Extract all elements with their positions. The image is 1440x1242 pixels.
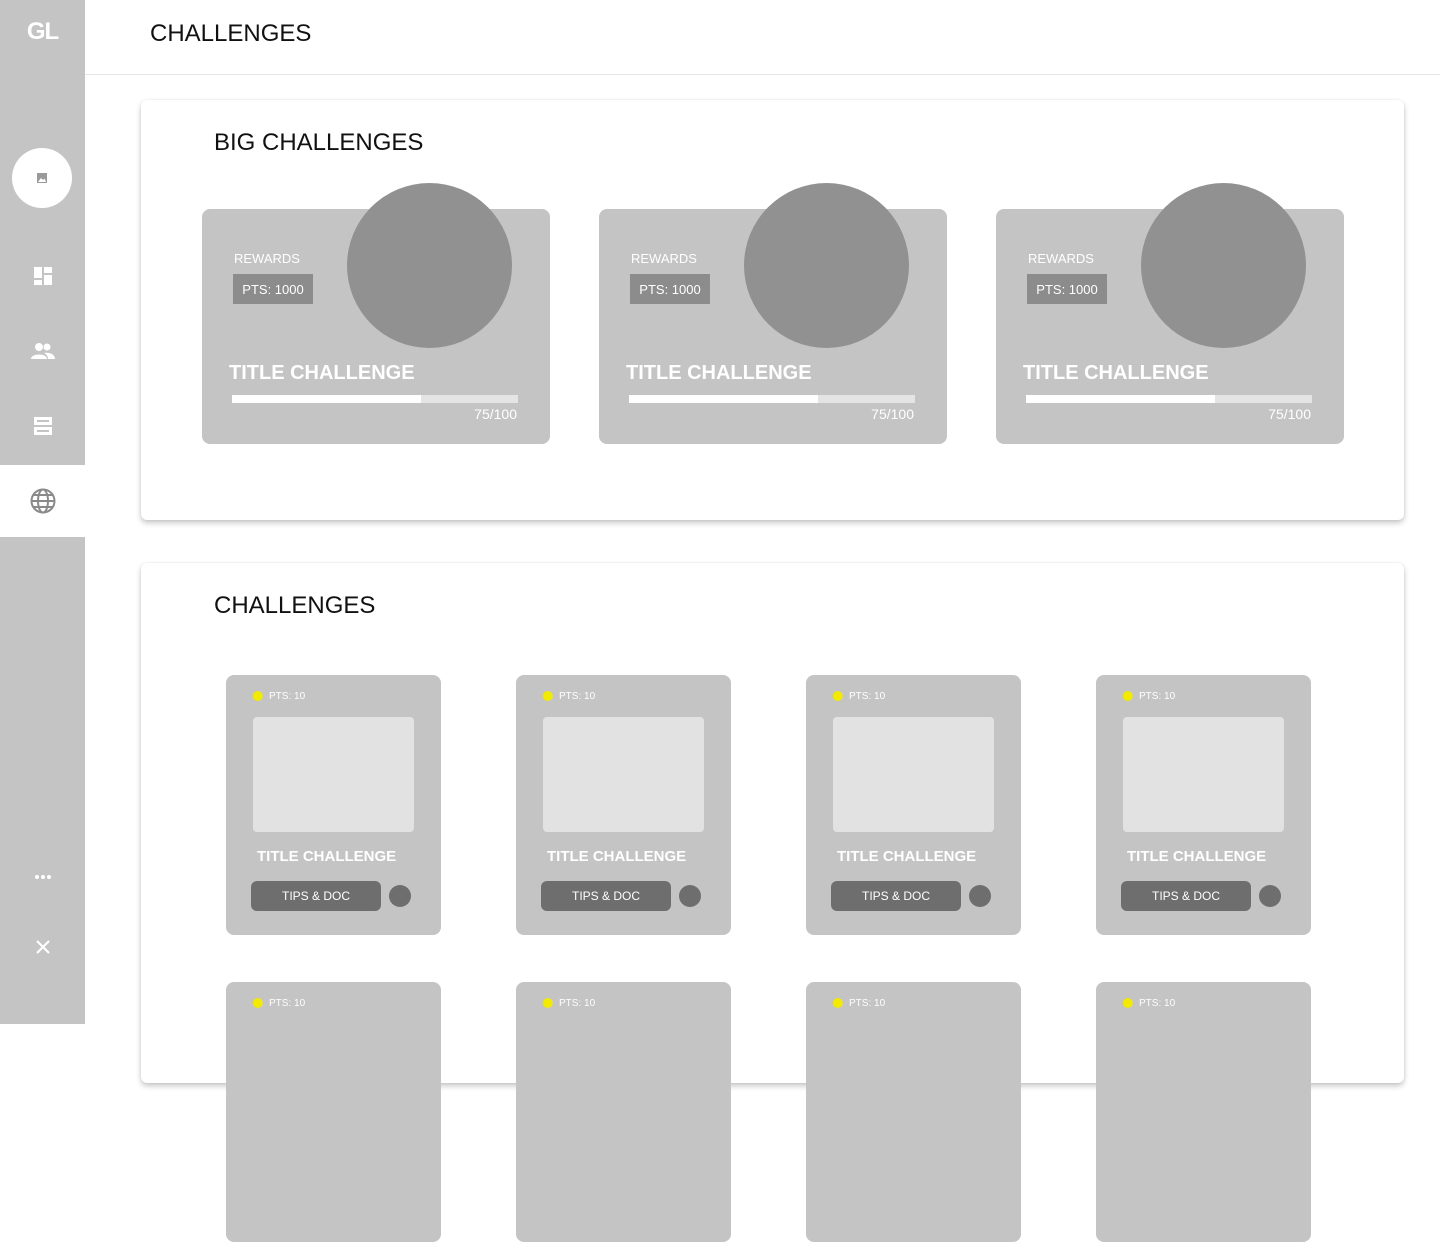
tips-doc-button[interactable]: TIPS & DOC <box>1121 881 1251 911</box>
avatar[interactable] <box>12 148 72 208</box>
tips-doc-button[interactable]: TIPS & DOC <box>541 881 671 911</box>
points-badge: PTS: 1000 <box>233 274 313 304</box>
challenge-title: TITLE CHALLENGE <box>1127 848 1267 865</box>
points-dot-icon <box>253 998 263 1008</box>
challenge-thumbnail <box>1123 717 1284 832</box>
dashboard-icon <box>33 266 53 286</box>
challenge-card[interactable]: PTS: 10 <box>226 982 441 1242</box>
challenge-title: TITLE CHALLENGE <box>837 848 977 865</box>
tips-doc-button[interactable]: TIPS & DOC <box>251 881 381 911</box>
progress-bar <box>629 395 915 403</box>
more-icon <box>34 874 52 880</box>
big-challenge-card[interactable]: REWARDS PTS: 1000 TITLE CHALLENGE 75/100 <box>599 183 947 444</box>
challenge-image-circle <box>744 183 909 348</box>
points-dot-icon <box>833 998 843 1008</box>
challenge-card[interactable]: PTS: 10 <box>516 982 731 1242</box>
globe-icon <box>30 488 56 514</box>
big-challenges-title: BIG CHALLENGES <box>214 129 424 156</box>
challenge-thumbnail <box>833 717 994 832</box>
progress-text: 75/100 <box>871 406 914 422</box>
challenge-title: TITLE CHALLENGE <box>257 848 397 865</box>
progress-bar <box>1026 395 1312 403</box>
points-dot-icon <box>543 998 553 1008</box>
points-label: PTS: 10 <box>849 998 886 1009</box>
sidebar-item-storage[interactable] <box>0 390 85 462</box>
challenge-card[interactable]: PTS: 10 TITLE CHALLENGE TIPS & DOC <box>516 675 731 935</box>
challenges-panel: CHALLENGES PTS: 10 TITLE CHALLENGE TIPS … <box>141 563 1404 1242</box>
sidebar-item-close[interactable] <box>0 911 85 983</box>
points-dot-icon <box>1123 998 1133 1008</box>
points-label: PTS: 10 <box>269 691 306 702</box>
big-challenge-card[interactable]: REWARDS PTS: 1000 TITLE CHALLENGE 75/100 <box>996 183 1344 444</box>
points-label: PTS: 10 <box>849 691 886 702</box>
sidebar: GL <box>0 0 85 1024</box>
action-circle-button[interactable] <box>1259 885 1281 907</box>
points-label: PTS: 10 <box>269 998 306 1009</box>
action-circle-button[interactable] <box>389 885 411 907</box>
sidebar-item-people[interactable] <box>0 315 85 387</box>
rewards-label: REWARDS <box>234 251 300 266</box>
challenge-card[interactable]: PTS: 10 <box>1096 982 1311 1242</box>
points-dot-icon <box>543 691 553 701</box>
sidebar-item-globe[interactable] <box>0 465 85 537</box>
challenge-title: TITLE CHALLENGE <box>547 848 687 865</box>
points-label: PTS: 10 <box>1139 998 1176 1009</box>
challenge-image-circle <box>1141 183 1306 348</box>
big-challenge-card[interactable]: REWARDS PTS: 1000 TITLE CHALLENGE 75/100 <box>202 183 550 444</box>
page-title: CHALLENGES <box>150 20 312 47</box>
progress-bar-fill <box>1026 395 1215 403</box>
challenge-title: TITLE CHALLENGE <box>626 362 812 384</box>
points-label: PTS: 10 <box>559 691 596 702</box>
progress-bar-fill <box>232 395 421 403</box>
points-label: PTS: 10 <box>559 998 596 1009</box>
app-logo[interactable]: GL <box>0 18 85 46</box>
progress-bar-fill <box>629 395 818 403</box>
sidebar-item-dashboard[interactable] <box>0 240 85 312</box>
challenge-thumbnail <box>543 717 704 832</box>
storage-icon <box>33 416 53 436</box>
sidebar-item-more[interactable] <box>0 841 85 913</box>
challenge-image-circle <box>347 183 512 348</box>
action-circle-button[interactable] <box>679 885 701 907</box>
challenge-title: TITLE CHALLENGE <box>1023 362 1209 384</box>
big-challenges-panel: BIG CHALLENGES REWARDS PTS: 1000 TITLE C… <box>141 100 1404 520</box>
image-icon <box>36 172 48 184</box>
rewards-label: REWARDS <box>631 251 697 266</box>
tips-doc-button[interactable]: TIPS & DOC <box>831 881 961 911</box>
people-icon <box>30 342 55 360</box>
challenges-title: CHALLENGES <box>214 592 376 619</box>
challenge-card[interactable]: PTS: 10 TITLE CHALLENGE TIPS & DOC <box>226 675 441 935</box>
action-circle-button[interactable] <box>969 885 991 907</box>
points-dot-icon <box>833 691 843 701</box>
progress-text: 75/100 <box>474 406 517 422</box>
challenge-card[interactable]: PTS: 10 TITLE CHALLENGE TIPS & DOC <box>1096 675 1311 935</box>
points-label: PTS: 10 <box>1139 691 1176 702</box>
points-badge: PTS: 1000 <box>630 274 710 304</box>
header: CHALLENGES <box>85 0 1440 75</box>
points-dot-icon <box>1123 691 1133 701</box>
challenge-card[interactable]: PTS: 10 <box>806 982 1021 1242</box>
progress-text: 75/100 <box>1268 406 1311 422</box>
challenge-card[interactable]: PTS: 10 TITLE CHALLENGE TIPS & DOC <box>806 675 1021 935</box>
challenge-thumbnail <box>253 717 414 832</box>
challenge-title: TITLE CHALLENGE <box>229 362 415 384</box>
close-icon <box>35 939 51 955</box>
points-badge: PTS: 1000 <box>1027 274 1107 304</box>
rewards-label: REWARDS <box>1028 251 1094 266</box>
points-dot-icon <box>253 691 263 701</box>
progress-bar <box>232 395 518 403</box>
